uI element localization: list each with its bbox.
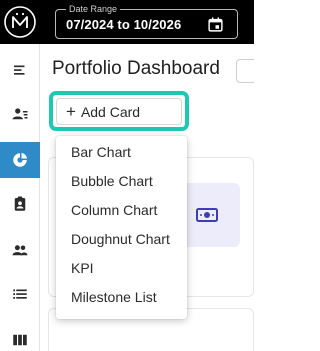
menu-icon	[14, 65, 25, 75]
top-bar: Date Range 07/2024 to 10/2026	[0, 0, 254, 44]
columns-icon	[13, 334, 27, 346]
group-icon	[12, 245, 28, 256]
sidebar-item-boards[interactable]	[0, 322, 40, 351]
plus-icon: +	[66, 102, 76, 121]
people-list-icon	[12, 108, 28, 120]
left-sidebar	[0, 44, 40, 351]
page-title: Portfolio Dashboard	[52, 58, 220, 79]
menu-item-bar-chart[interactable]: Bar Chart	[56, 138, 187, 167]
add-card-label: Add Card	[80, 103, 141, 120]
clipboard-user-icon	[14, 196, 26, 211]
sidebar-item-people[interactable]	[0, 96, 40, 132]
date-range-field[interactable]: Date Range 07/2024 to 10/2026	[55, 4, 238, 39]
add-card-button[interactable]: + Add Card	[56, 98, 182, 125]
app-logo-icon[interactable]	[3, 5, 37, 39]
menu-item-bubble-chart[interactable]: Bubble Chart	[56, 167, 187, 196]
dashboard-icon	[13, 152, 28, 167]
sidebar-item-groups[interactable]	[0, 232, 40, 268]
menu-item-kpi[interactable]: KPI	[56, 254, 187, 283]
date-range-value: 07/2024 to 10/2026	[66, 17, 182, 32]
menu-item-doughnut-chart[interactable]: Doughnut Chart	[56, 225, 187, 254]
sidebar-item-list[interactable]	[0, 276, 40, 312]
menu-item-milestone-list[interactable]: Milestone List	[56, 283, 187, 312]
sidebar-item-assignments[interactable]	[0, 186, 40, 222]
add-card-menu: Bar Chart Bubble Chart Column Chart Doug…	[56, 136, 187, 319]
sidebar-item-menu[interactable]	[0, 52, 40, 88]
menu-item-column-chart[interactable]: Column Chart	[56, 196, 187, 225]
sidebar-item-dashboard[interactable]	[0, 142, 40, 178]
date-range-label: Date Range	[66, 4, 121, 14]
calendar-icon[interactable]	[207, 16, 224, 33]
money-icon	[196, 208, 218, 222]
list-icon	[13, 289, 27, 299]
toolbar-control[interactable]	[236, 59, 254, 83]
